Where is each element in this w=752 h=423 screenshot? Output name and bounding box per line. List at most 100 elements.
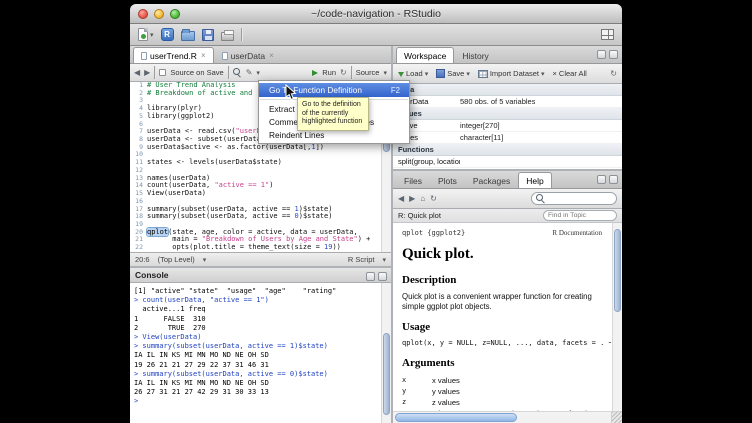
- code-line-18[interactable]: 18summary(subset(userData, active == 0)$…: [130, 213, 381, 221]
- help-search-box: [531, 192, 617, 205]
- help-search-input[interactable]: [548, 195, 608, 202]
- resize-grip[interactable]: [611, 411, 622, 423]
- load-icon: [398, 72, 404, 77]
- help-scrollbar[interactable]: [612, 223, 622, 411]
- print-icon[interactable]: [221, 32, 234, 41]
- workspace-section-values: Values: [393, 108, 622, 120]
- tab-workspace[interactable]: Workspace: [396, 47, 454, 63]
- doc-description: Quick plot is a convenient wrapper funct…: [402, 292, 602, 312]
- save-icon: [436, 69, 445, 78]
- run-button[interactable]: Run: [322, 68, 336, 77]
- doc-usage-heading: Usage: [402, 321, 602, 333]
- save-icon[interactable]: [202, 29, 214, 41]
- tab-label: Files: [404, 176, 422, 186]
- new-file-icon: [138, 28, 148, 41]
- file-type-indicator[interactable]: R Script: [348, 255, 375, 264]
- code-line-9[interactable]: 9userData$active <- as.factor(userData[,…: [130, 144, 381, 152]
- forward-icon[interactable]: ▶: [409, 194, 415, 203]
- chevron-down-icon[interactable]: ▾: [383, 69, 387, 77]
- main-toolbar: ▾ R: [130, 24, 622, 46]
- workspace-item-states[interactable]: statescharacter[11]: [393, 132, 622, 144]
- run-icon[interactable]: [312, 70, 318, 76]
- chevron-down-icon[interactable]: ▾: [256, 69, 260, 77]
- save-workspace-button[interactable]: Save ▾: [436, 69, 470, 78]
- maximize-pane-button[interactable]: [609, 50, 618, 59]
- open-file-icon[interactable]: [181, 31, 195, 41]
- console-line: > summary(subset(userData, active == 0)$…: [134, 370, 381, 379]
- clear-all-button[interactable]: × Clear All: [553, 69, 587, 78]
- rstudio-window: ~/code-navigation - RStudio ▾ R userTren…: [130, 4, 622, 423]
- tab-usertrend-r[interactable]: userTrend.R×: [133, 47, 214, 63]
- back-icon[interactable]: ◀: [398, 194, 404, 203]
- console-pane: Console [1] "active" "state" "usage" "ag…: [130, 268, 391, 423]
- menu-item-go-to-function-definition[interactable]: Go To Function DefinitionF2: [259, 83, 409, 97]
- clear-icon: ×: [553, 69, 557, 78]
- console-line: IA IL IN KS MI MN MO ND NE OH SD: [134, 379, 381, 388]
- help-horizontal-scrollbar-thumb[interactable]: [395, 413, 517, 422]
- toolbar-separator: [351, 66, 352, 79]
- workspace-item-split-group-location[interactable]: split(group, location, ...): [393, 156, 622, 168]
- console-line: >: [134, 397, 381, 406]
- new-project-icon[interactable]: R: [161, 28, 174, 41]
- home-icon[interactable]: ⌂: [420, 194, 425, 203]
- tab-userdata[interactable]: userData×: [214, 47, 282, 63]
- scope-indicator[interactable]: (Top Level): [158, 255, 195, 264]
- help-pane: Files PlotsPackages Help ◀ ▶ ⌂ ↻: [393, 171, 622, 423]
- code-line-15[interactable]: 15View(userData): [130, 190, 381, 198]
- minimize-window-button[interactable]: [154, 9, 164, 19]
- help-scrollbar-thumb[interactable]: [614, 229, 621, 312]
- workspace-item-active[interactable]: activeinteger[270]: [393, 120, 622, 132]
- console-scrollbar-thumb[interactable]: [383, 333, 390, 414]
- chevron-down-icon: ▾: [541, 70, 545, 78]
- cursor-position: 20:6: [135, 255, 150, 264]
- source-button[interactable]: Source: [356, 68, 380, 77]
- argument-row-x: xx values: [402, 375, 602, 386]
- console-title: Console: [135, 270, 169, 280]
- maximize-pane-button[interactable]: [609, 175, 618, 184]
- back-icon[interactable]: ◀: [134, 68, 140, 77]
- console-output[interactable]: [1] "active" "state" "usage" "age" "rati…: [134, 283, 381, 423]
- tab-label: History: [462, 51, 488, 61]
- chevron-down-icon: ▾: [150, 31, 154, 39]
- zoom-window-button[interactable]: [170, 9, 180, 19]
- refresh-icon[interactable]: ↻: [430, 194, 437, 203]
- code-line-11[interactable]: 11states <- levels(userData$state): [130, 159, 381, 167]
- source-status-bar: 20:6 (Top Level) ▾ R Script ▾: [130, 252, 391, 266]
- source-on-save-checkbox[interactable]: [159, 69, 166, 76]
- tab-history[interactable]: History: [454, 47, 496, 63]
- workspace-item-userdata[interactable]: userData580 obs. of 5 variables: [393, 96, 622, 108]
- argument-row-z: zz values: [402, 397, 602, 408]
- chevron-down-icon: ▾: [382, 256, 386, 264]
- close-tab-icon[interactable]: ×: [269, 51, 274, 60]
- console-line: 1 FALSE 310: [134, 315, 381, 324]
- tab-packages[interactable]: Packages: [465, 172, 518, 188]
- argument-row-y: yy values: [402, 386, 602, 397]
- rerun-icon[interactable]: ↻: [340, 68, 347, 77]
- help-horizontal-scrollbar[interactable]: [393, 411, 611, 423]
- tab-plots[interactable]: Plots: [430, 172, 465, 188]
- forward-icon[interactable]: ▶: [144, 68, 150, 77]
- panes-layout-icon[interactable]: [601, 29, 614, 40]
- tab-files[interactable]: Files: [396, 172, 430, 188]
- find-in-topic-input[interactable]: [548, 212, 608, 219]
- doc-title: Quick plot.: [402, 246, 602, 263]
- code-line-22[interactable]: 22 opts(plot.title = theme_text(size = 1…: [130, 244, 381, 252]
- minimize-pane-button[interactable]: [597, 50, 606, 59]
- tab-help[interactable]: Help: [518, 172, 551, 188]
- maximize-pane-button[interactable]: [378, 272, 387, 281]
- import-dataset-button[interactable]: Import Dataset ▾: [478, 69, 545, 78]
- tab-label: Help: [526, 176, 543, 186]
- minimize-pane-button[interactable]: [366, 272, 375, 281]
- minimize-pane-button[interactable]: [597, 175, 606, 184]
- console-scrollbar[interactable]: [381, 283, 391, 423]
- close-tab-icon[interactable]: ×: [201, 51, 206, 60]
- tab-label: userData: [231, 51, 266, 61]
- new-file-button[interactable]: ▾: [138, 28, 154, 41]
- close-window-button[interactable]: [138, 9, 148, 19]
- help-tab-bar: Files PlotsPackages Help: [393, 171, 622, 189]
- refresh-workspace-icon[interactable]: ↻: [610, 69, 617, 78]
- code-tools-icon[interactable]: ✎: [246, 68, 253, 77]
- find-icon[interactable]: [233, 68, 242, 77]
- load-workspace-button[interactable]: Load ▾: [398, 69, 428, 78]
- title-bar[interactable]: ~/code-navigation - RStudio: [130, 4, 622, 24]
